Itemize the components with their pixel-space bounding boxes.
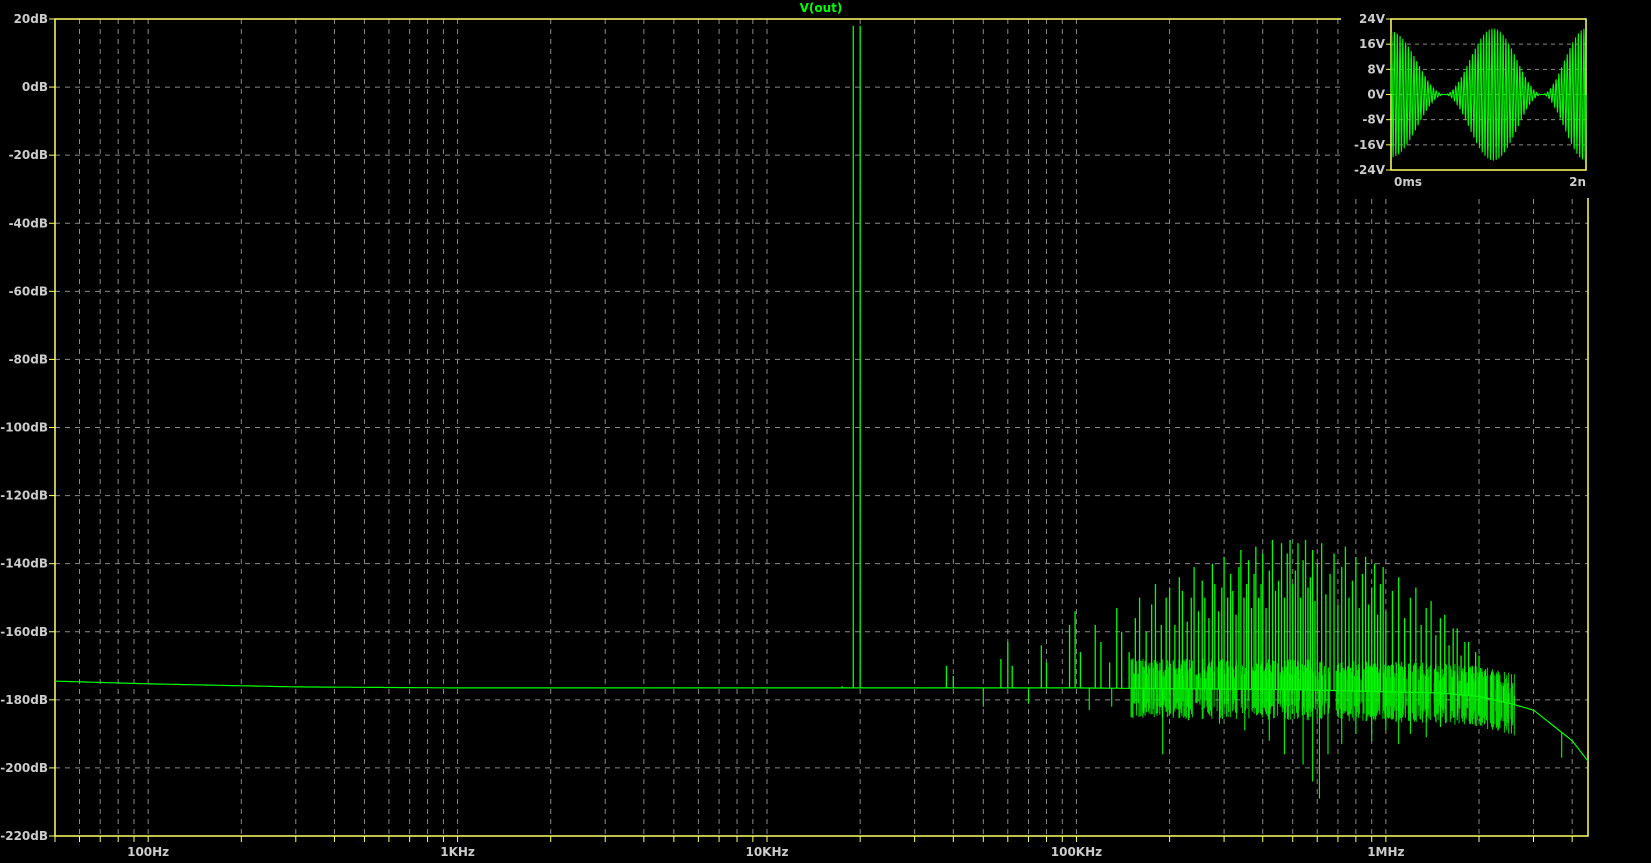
inset-y-tick-label: 24V [1359,12,1386,26]
x-tick-label: 100KHz [1051,845,1102,859]
y-tick-label: -80dB [9,352,48,366]
inset-y-tick-label: 16V [1359,37,1386,51]
y-tick-label: -140dB [0,557,48,571]
y-tick-label: -60dB [9,284,48,298]
inset-y-tick-label: -8V [1362,113,1385,127]
inset-y-tick-label: 0V [1367,88,1385,102]
inset-plot: 24V 16V 8V 0V -8V -16V -24V 0ms 2n [1341,11,1596,198]
y-tick-label: -40dB [9,216,48,230]
x-tick-label: 10KHz [745,845,788,859]
inset-x-tick-label: 0ms [1394,175,1422,189]
inset-x-tick-label: 2n [1569,175,1586,189]
spectrum-chart: 20dB 0dB -20dB -40dB -60dB -80dB -100dB -120dB -… [0,1,1596,859]
x-tick-label: 1KHz [440,845,475,859]
x-tick-label: 100Hz [127,845,169,859]
inset-y-tick-label: -16V [1354,138,1386,152]
chart-title: V(out) [800,1,843,15]
y-tick-label: -160dB [0,625,48,639]
y-tick-label: -200dB [0,761,48,775]
y-tick-label: -120dB [0,489,48,503]
y-tick-label: 0dB [22,80,48,94]
y-tick-label: -180dB [0,693,48,707]
y-tick-label: -220dB [0,829,48,843]
y-tick-label: -100dB [0,421,48,435]
x-tick-label: 1MHz [1367,845,1404,859]
y-tick-label: 20dB [14,12,48,26]
y-tick-label: -20dB [9,148,48,162]
inset-y-tick-label: 8V [1367,62,1385,76]
inset-y-tick-label: -24V [1354,163,1386,177]
